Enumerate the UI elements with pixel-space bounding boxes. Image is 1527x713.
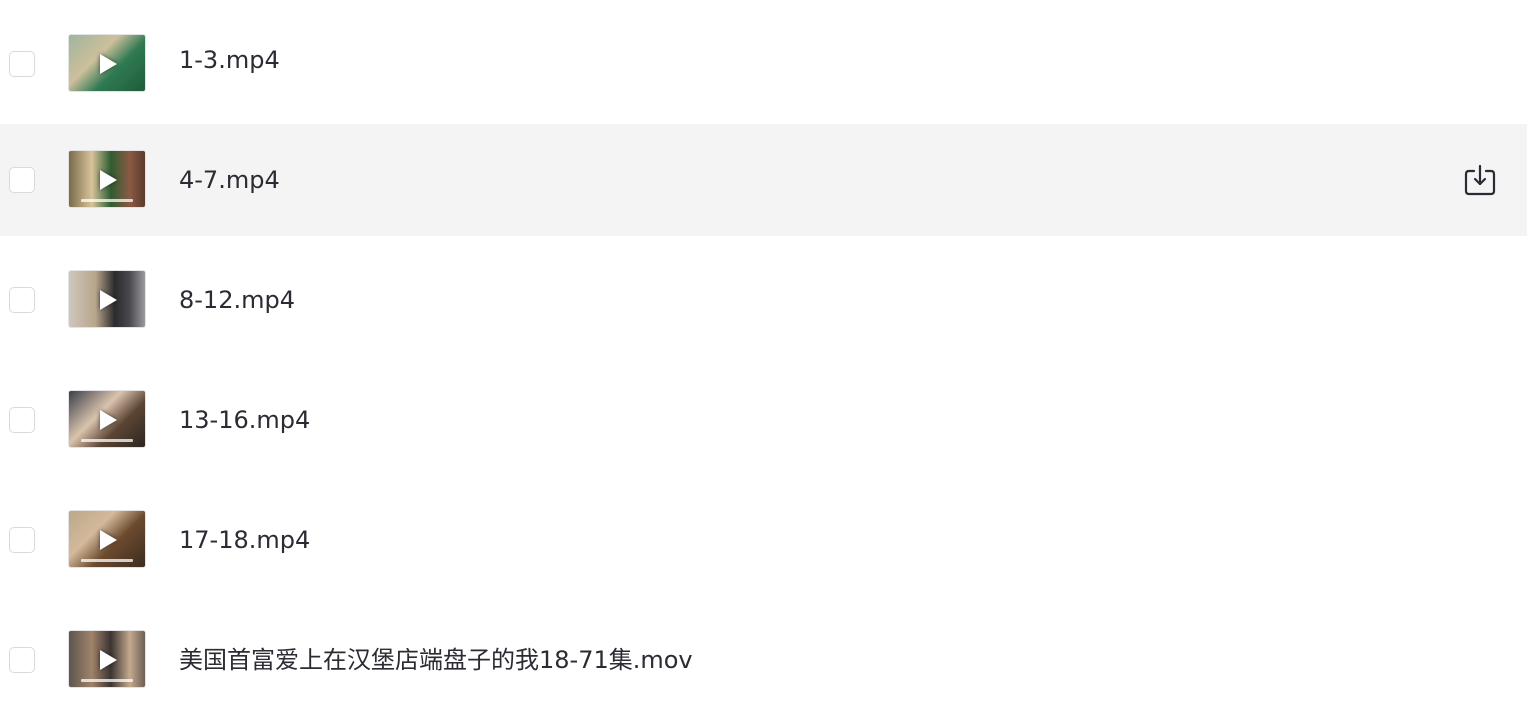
video-thumbnail[interactable]: [68, 390, 146, 448]
file-name[interactable]: 8-12.mp4: [179, 284, 295, 316]
play-icon: [100, 530, 117, 550]
row-checkbox[interactable]: [9, 287, 35, 313]
row-checkbox[interactable]: [9, 167, 35, 193]
video-thumbnail[interactable]: [68, 510, 146, 568]
file-row[interactable]: 4-7.mp4: [0, 124, 1527, 236]
file-row[interactable]: 美国首富爱上在汉堡店端盘子的我18-71集.mov: [0, 604, 1527, 713]
download-icon[interactable]: [1463, 163, 1497, 197]
subtitle-strip: [81, 439, 133, 442]
file-name[interactable]: 17-18.mp4: [179, 524, 310, 556]
file-row[interactable]: 8-12.mp4: [0, 244, 1527, 356]
video-thumbnail[interactable]: [68, 34, 146, 92]
row-checkbox[interactable]: [9, 51, 35, 77]
row-checkbox[interactable]: [9, 647, 35, 673]
subtitle-strip: [81, 679, 133, 682]
video-thumbnail[interactable]: [68, 270, 146, 328]
file-name[interactable]: 4-7.mp4: [179, 164, 280, 196]
file-name[interactable]: 1-3.mp4: [179, 44, 280, 76]
play-icon: [100, 650, 117, 670]
play-icon: [100, 54, 117, 74]
play-icon: [100, 290, 117, 310]
file-name[interactable]: 13-16.mp4: [179, 404, 310, 436]
play-icon: [100, 410, 117, 430]
file-row[interactable]: 17-18.mp4: [0, 484, 1527, 596]
row-checkbox[interactable]: [9, 407, 35, 433]
file-list: 1-3.mp4 4-7.mp4 8-12.mp4 13-16.mp4 17-18…: [0, 0, 1527, 713]
video-thumbnail[interactable]: [68, 150, 146, 208]
file-name[interactable]: 美国首富爱上在汉堡店端盘子的我18-71集.mov: [179, 644, 693, 676]
video-thumbnail[interactable]: [68, 630, 146, 688]
subtitle-strip: [81, 199, 133, 202]
subtitle-strip: [81, 559, 133, 562]
row-checkbox[interactable]: [9, 527, 35, 553]
file-row[interactable]: 13-16.mp4: [0, 364, 1527, 476]
play-icon: [100, 170, 117, 190]
file-row[interactable]: 1-3.mp4: [0, 4, 1527, 116]
